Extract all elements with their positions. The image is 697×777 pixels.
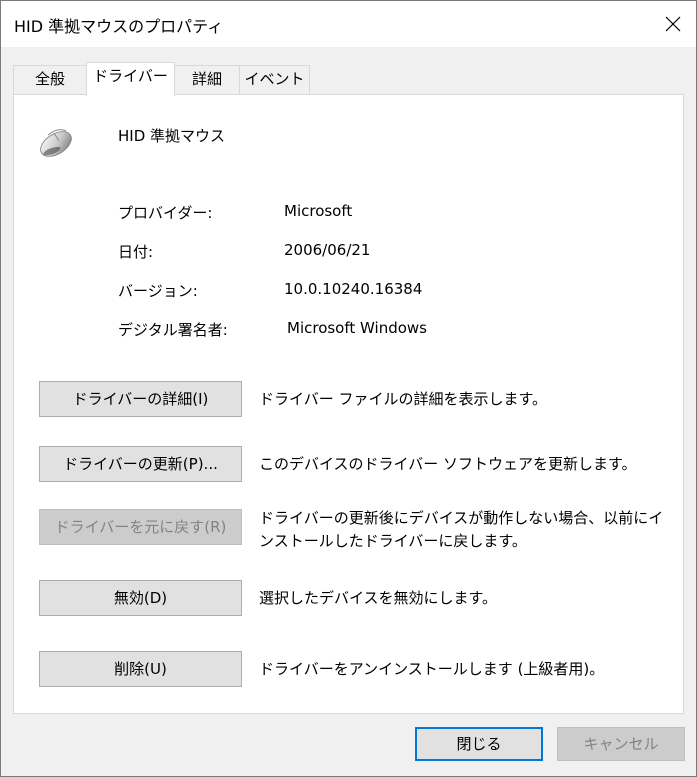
- provider-value: Microsoft: [284, 202, 353, 220]
- device-name: HID 準拠マウス: [118, 127, 226, 145]
- driver-details-description: ドライバー ファイルの詳細を表示します。: [259, 390, 547, 408]
- date-value: 2006/06/21: [284, 241, 371, 259]
- update-driver-button[interactable]: ドライバーの更新(P)...: [39, 446, 242, 482]
- driver-details-button[interactable]: ドライバーの詳細(I): [39, 381, 242, 417]
- uninstall-driver-button[interactable]: 削除(U): [39, 651, 242, 687]
- signer-label: デジタル署名者:: [118, 321, 228, 339]
- rollback-driver-button[interactable]: ドライバーを元に戻す(R): [39, 509, 242, 545]
- tab-details[interactable]: 詳細: [174, 65, 240, 94]
- tab-events[interactable]: イベント: [239, 65, 310, 94]
- version-label: バージョン:: [118, 282, 198, 300]
- close-icon: [665, 16, 681, 32]
- signer-value: Microsoft Windows: [287, 319, 427, 337]
- tab-driver[interactable]: ドライバー: [86, 62, 175, 96]
- close-button[interactable]: 閉じる: [415, 727, 543, 761]
- date-label: 日付:: [118, 243, 154, 261]
- rollback-driver-description: ドライバーの更新後にデバイスが動作しない場合、以前にインストールしたドライバーに…: [259, 509, 664, 550]
- update-driver-description: このデバイスのドライバー ソフトウェアを更新します。: [259, 455, 637, 473]
- mouse-icon: [36, 121, 76, 165]
- driver-tab-panel: HID 準拠マウス プロバイダー: Microsoft 日付: 2006/06/…: [13, 94, 684, 714]
- title-bar: HID 準拠マウスのプロパティ: [1, 1, 696, 47]
- close-window-button[interactable]: [650, 1, 696, 47]
- window-title: HID 準拠マウスのプロパティ: [14, 17, 224, 36]
- uninstall-driver-description: ドライバーをアンインストールします (上級者用)。: [259, 660, 605, 678]
- tab-general[interactable]: 全般: [13, 65, 87, 94]
- disable-device-description: 選択したデバイスを無効にします。: [259, 589, 498, 607]
- properties-dialog: HID 準拠マウスのプロパティ 全般 ドライバー 詳細 イベント HID 準拠マ…: [0, 0, 697, 777]
- provider-label: プロバイダー:: [118, 204, 213, 222]
- version-value: 10.0.10240.16384: [284, 280, 423, 298]
- cancel-button[interactable]: キャンセル: [557, 727, 685, 761]
- disable-device-button[interactable]: 無効(D): [39, 580, 242, 616]
